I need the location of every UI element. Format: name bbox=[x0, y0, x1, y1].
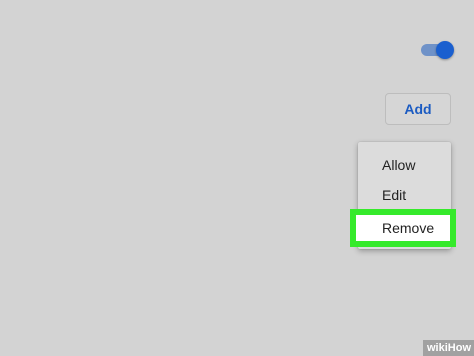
settings-page: Add Allow Edit Remove wikiHow bbox=[0, 0, 474, 356]
menu-item-allow[interactable]: Allow bbox=[358, 151, 451, 179]
add-button[interactable]: Add bbox=[385, 93, 451, 125]
toggle-thumb bbox=[436, 41, 454, 59]
site-permission-toggle[interactable] bbox=[419, 41, 457, 59]
menu-item-edit[interactable]: Edit bbox=[358, 181, 451, 209]
menu-item-remove[interactable]: Remove bbox=[350, 209, 456, 247]
menu-item-label: Remove bbox=[382, 220, 435, 236]
menu-item-label: Allow bbox=[382, 157, 416, 173]
menu-item-label: Edit bbox=[382, 187, 407, 203]
watermark: wikiHow bbox=[423, 340, 474, 356]
